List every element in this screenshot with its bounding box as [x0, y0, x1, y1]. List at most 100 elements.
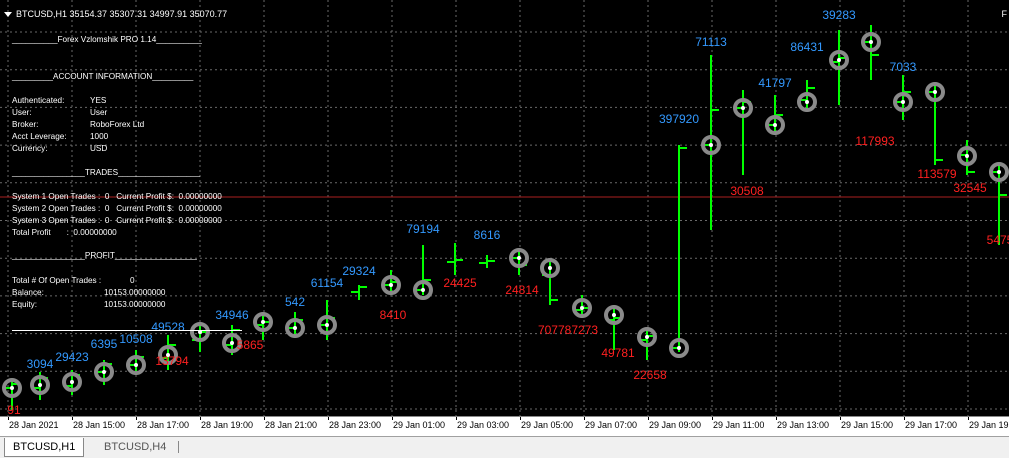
profit-value-3: 10153.00000000 [104, 300, 166, 309]
profit-value-2: 10153.00000000 [104, 288, 166, 297]
chart-title-text: BTCUSD,H1 35154.37 35307.31 34997.91 350… [16, 9, 228, 19]
red-label-9: 30508 [730, 184, 764, 198]
x-tick-label: 29 Jan 17:00 [905, 420, 958, 430]
red-label-7: 49781 [601, 346, 635, 360]
blue-label-16: 7033 [890, 60, 917, 74]
signal-dot-icon-4 [134, 363, 138, 367]
x-tick-label: 29 Jan 13:00 [777, 420, 830, 430]
blue-label-0: 3094 [27, 357, 54, 371]
panel-divider [12, 330, 242, 331]
ea-title: __________Forex Vzlomshik PRO 1.14______… [12, 35, 202, 44]
x-tick-label: 28 Jan 2021 [9, 420, 59, 430]
account-header: _________ACCOUNT INFORMATION_________ [12, 72, 194, 81]
signal-dot-icon-17 [645, 335, 649, 339]
x-tick-label: 29 Jan 19 [969, 420, 1009, 430]
chart-menu-triangle-icon[interactable] [4, 12, 12, 18]
blue-label-4: 49528 [151, 320, 185, 334]
blue-label-10: 8616 [474, 228, 501, 242]
account-label-3: Broker: [12, 120, 39, 129]
red-label-2: 5865 [237, 338, 264, 352]
red-label-1: 13794 [155, 354, 189, 368]
blue-label-3: 10508 [119, 332, 153, 346]
blue-label-13: 41797 [758, 76, 792, 90]
chart-area[interactable]: 3094 29423 6395 10508 49528 34946 542 61154 2932… [0, 0, 1009, 416]
signal-dot-icon-26 [933, 90, 937, 94]
signal-dot-icon-16 [612, 313, 616, 317]
profit-label-3: Equity: [12, 300, 38, 309]
signal-dot-icon-10 [325, 323, 329, 327]
blue-label-8: 29324 [342, 264, 376, 278]
x-tick-label: 29 Jan 07:00 [585, 420, 638, 430]
signal-dot-icon-8 [261, 320, 265, 324]
account-label-4: Acct Leverage: [12, 132, 67, 141]
x-tick-label: 29 Jan 01:00 [393, 420, 446, 430]
blue-label-2: 6395 [91, 337, 118, 351]
trades-total: Total Profit : 0.00000000 [12, 228, 117, 237]
account-value-1: YES [90, 96, 107, 105]
trades-line-1: System 1 Open Trades : 0 Current Profit … [12, 192, 222, 201]
x-tick-label: 28 Jan 15:00 [73, 420, 126, 430]
blue-label-6: 542 [285, 295, 305, 309]
x-tick-label: 28 Jan 23:00 [329, 420, 382, 430]
blue-label-7: 61154 [311, 276, 344, 290]
signal-dot-icon-22 [805, 100, 809, 104]
signal-dot-icon-28 [997, 170, 1001, 174]
signal-dot-icon-15 [580, 306, 584, 310]
signal-dot-icon-25 [901, 100, 905, 104]
chart-tab-bar: BTCUSD,H1 BTCUSD,H4 [0, 436, 1009, 458]
x-tick-label: 28 Jan 19:00 [201, 420, 254, 430]
profit-value-1: 0 [130, 276, 135, 285]
signal-dot-icon-24 [869, 40, 873, 44]
blue-label-9: 79194 [406, 222, 440, 236]
x-tick-label: 29 Jan 15:00 [841, 420, 894, 430]
red-label-8: 22658 [633, 368, 667, 382]
profit-header: ________________PROFIT__________________ [12, 251, 197, 260]
account-value-5: USD [90, 144, 108, 153]
red-label-4: 24425 [443, 276, 477, 290]
x-tick-label: 29 Jan 05:00 [521, 420, 574, 430]
x-tick-label: 29 Jan 09:00 [649, 420, 702, 430]
red-label-0: 91 [7, 403, 21, 416]
blue-label-1: 29423 [55, 350, 89, 364]
signal-dot-icon-14 [548, 266, 552, 270]
trades-line-3: System 3 Open Trades : 0 Current Profit … [12, 216, 222, 225]
blue-label-14: 86431 [790, 40, 824, 54]
red-label-12: 32545 [953, 181, 987, 195]
profit-label-2: Balance: [12, 288, 44, 297]
corner-label: F [1001, 9, 1008, 19]
signal-dot-icon-18 [677, 346, 681, 350]
x-tick-label: 28 Jan 17:00 [137, 420, 190, 430]
signal-dot-icon-27 [965, 154, 969, 158]
red-label-11: 113579 [917, 167, 956, 181]
signal-dot-icon-11 [389, 283, 393, 287]
account-value-4: 1000 [90, 132, 109, 141]
blue-label-5: 34946 [215, 308, 249, 322]
red-label-6: 707787273 [538, 323, 598, 337]
tab-separator [178, 441, 179, 453]
profit-label-1: Total # Of Open Trades : [12, 276, 102, 285]
blue-label-11: 397920 [659, 112, 699, 126]
red-label-13: 5475 [987, 233, 1009, 247]
signal-dot-icon-9 [293, 326, 297, 330]
signal-dot-icon-12 [421, 288, 425, 292]
x-tick-label: 28 Jan 21:00 [265, 420, 318, 430]
x-tick-label: 29 Jan 11:00 [713, 420, 765, 430]
chart-title: BTCUSD,H1 35154.37 35307.31 34997.91 350… [4, 9, 227, 19]
trades-header: ________________TRADES__________________ [12, 168, 201, 177]
signal-dot-icon-1 [38, 383, 42, 387]
signal-dot-icon-2 [70, 380, 74, 384]
time-axis[interactable]: 28 Jan 2021 28 Jan 15:00 28 Jan 17:00 28 Ja… [0, 416, 1009, 437]
account-label-5: Currency: [12, 144, 48, 153]
tab-btcusd-h4[interactable]: BTCUSD,H4 [96, 438, 174, 456]
signal-dot-icon-21 [773, 123, 777, 127]
signal-dot-icon-0 [10, 386, 14, 390]
tab-btcusd-h1[interactable]: BTCUSD,H1 [4, 438, 85, 457]
red-label-5: 24814 [505, 283, 539, 297]
trades-line-2: System 2 Open Trades : 0 Current Profit … [12, 204, 222, 213]
signal-dot-icon-19 [709, 143, 713, 147]
red-label-10: 117993 [855, 134, 894, 148]
blue-label-15: 39283 [822, 8, 856, 22]
signal-dot-icon-13 [517, 256, 521, 260]
account-value-3: RoboForex Ltd [90, 120, 145, 129]
account-value-2: User [90, 108, 108, 117]
